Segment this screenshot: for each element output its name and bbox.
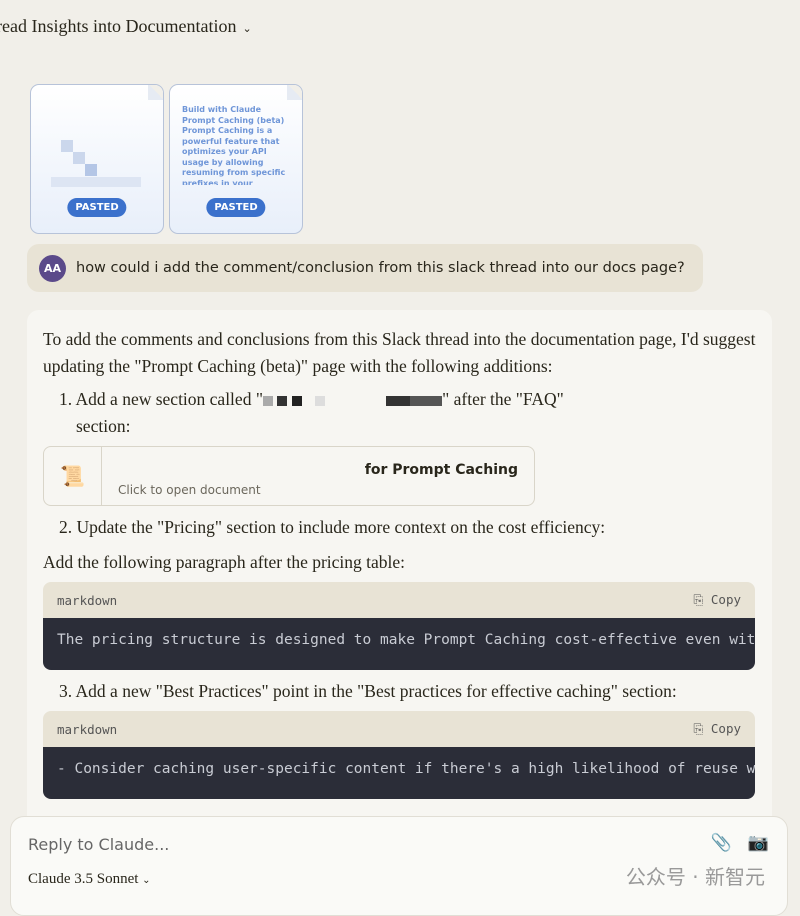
pasted-badge: PASTED — [206, 198, 266, 217]
watermark: 公众号 · 新智元 — [625, 865, 765, 889]
code-block: markdown ⎘ Copy - Consider caching user-s… — [43, 711, 755, 799]
document-card[interactable]: 📜 for Prompt Caching Click to open docume… — [43, 446, 535, 506]
pasted-attachment[interactable]: PASTED — [30, 84, 164, 234]
reply-input[interactable]: Reply to Claude... — [28, 835, 169, 854]
reply-composer[interactable]: Reply to Claude... Claude 3.5 Sonnet ⌄ 📎… — [10, 816, 788, 916]
redacted-text — [262, 389, 443, 409]
camera-icon[interactable]: 📷 — [748, 833, 769, 853]
model-selector[interactable]: Claude 3.5 Sonnet ⌄ — [28, 871, 151, 888]
code-block: markdown ⎘ Copy The pricing structure is … — [43, 582, 755, 670]
pasted-attachment[interactable]: Build with Claude Prompt Caching (beta) … — [169, 84, 303, 234]
assistant-response: To add the comments and conclusions from… — [27, 310, 772, 830]
chevron-down-icon: ⌄ — [242, 22, 252, 35]
copy-button[interactable]: ⎘ Copy — [693, 721, 741, 737]
paperclip-icon[interactable]: 📎 — [711, 833, 732, 853]
document-icon: 📜 — [44, 447, 102, 505]
user-message: AA how could i add the comment/conclusio… — [27, 244, 703, 292]
conversation-title[interactable]: read Insights into Documentation ⌄ — [0, 16, 252, 37]
pasted-badge: PASTED — [67, 198, 127, 217]
avatar: AA — [39, 254, 66, 282]
copy-button[interactable]: ⎘ Copy — [693, 592, 741, 608]
chevron-down-icon: ⌄ — [142, 875, 151, 886]
